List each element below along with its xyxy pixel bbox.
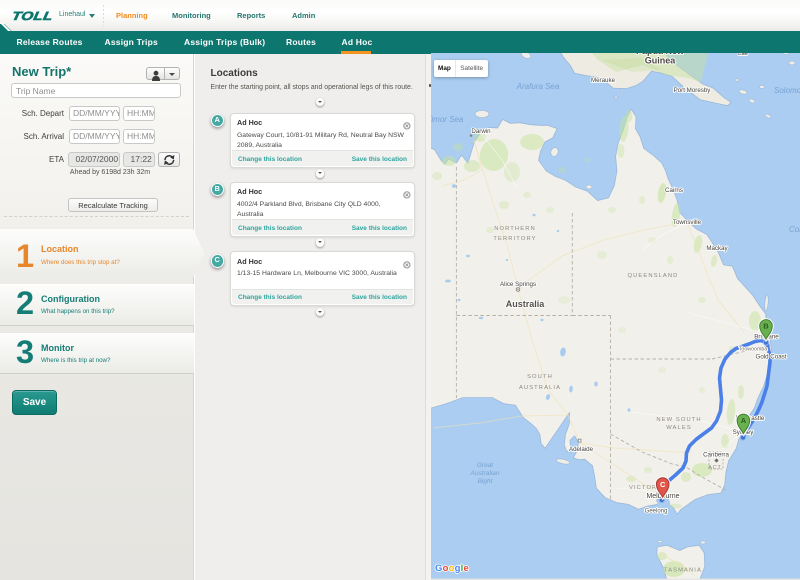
svg-text:Canberra: Canberra xyxy=(703,452,729,459)
svg-text:Merauke: Merauke xyxy=(590,77,615,84)
svg-text:Darwin: Darwin xyxy=(471,128,491,135)
svg-text:SOUTH: SOUTH xyxy=(527,374,553,380)
svg-text:ACT: ACT xyxy=(708,465,721,471)
svg-text:C: C xyxy=(659,480,665,489)
svg-text:Google: Google xyxy=(435,563,469,574)
svg-text:Australian: Australian xyxy=(469,470,499,477)
svg-text:Australia: Australia xyxy=(505,299,545,309)
svg-text:Geelong: Geelong xyxy=(644,509,667,515)
svg-text:Arafura Sea: Arafura Sea xyxy=(515,82,559,91)
svg-text:Solomon Sea: Solomon Sea xyxy=(774,86,800,95)
svg-text:Great: Great xyxy=(476,462,493,469)
svg-text:TERRITORY: TERRITORY xyxy=(493,236,536,242)
svg-text:Timor Sea: Timor Sea xyxy=(431,115,464,124)
svg-text:Bight: Bight xyxy=(477,478,493,485)
svg-text:NORTHERN: NORTHERN xyxy=(494,226,536,232)
svg-text:Toowoomba: Toowoomba xyxy=(738,347,767,353)
svg-text:Port Moresby: Port Moresby xyxy=(673,87,711,94)
svg-text:Townsville: Townsville xyxy=(672,219,701,226)
svg-text:Coral Sea: Coral Sea xyxy=(789,225,800,234)
svg-text:AUSTRALIA: AUSTRALIA xyxy=(518,385,560,391)
svg-text:Lae: Lae xyxy=(737,53,748,57)
svg-text:Gold Coast: Gold Coast xyxy=(755,354,786,361)
svg-text:Cairns: Cairns xyxy=(665,187,683,194)
svg-text:B: B xyxy=(763,322,769,331)
svg-text:TASMANIA: TASMANIA xyxy=(663,568,701,574)
svg-text:Alice Springs: Alice Springs xyxy=(499,281,535,288)
svg-text:WALES: WALES xyxy=(666,425,692,431)
svg-text:Guinea: Guinea xyxy=(644,56,676,66)
svg-text:QUEENSLAND: QUEENSLAND xyxy=(627,273,678,279)
svg-text:A: A xyxy=(740,416,746,425)
svg-text:Adelaide: Adelaide xyxy=(568,446,593,453)
svg-text:NEW SOUTH: NEW SOUTH xyxy=(656,417,701,423)
svg-text:Mackay: Mackay xyxy=(706,245,728,252)
